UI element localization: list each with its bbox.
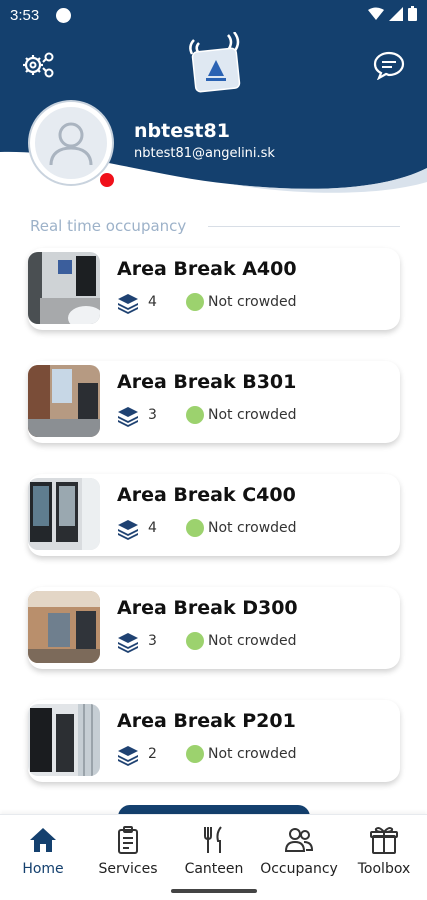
area-card[interactable]: Area Break A400 4 Not crowded (28, 248, 400, 330)
status-time: 3:53 (10, 7, 40, 24)
nav-canteen[interactable]: Canteen (172, 825, 256, 885)
nav-label: Services (98, 861, 158, 877)
app-logo (184, 31, 246, 94)
nav-label: Occupancy (260, 861, 338, 877)
section-title: Real time occupancy (30, 217, 187, 235)
nav-occupancy[interactable]: Occupancy (257, 825, 341, 885)
nav-label: Toolbox (357, 861, 411, 877)
status-icons (368, 6, 417, 21)
signal-icon (389, 6, 403, 21)
occupancy-status: Not crowded (208, 407, 297, 423)
floor-count: 3 (148, 407, 157, 423)
wifi-icon (368, 7, 384, 20)
avatar[interactable] (30, 102, 112, 184)
area-photo (28, 591, 100, 663)
layers-icon (118, 520, 138, 540)
status-bar: 3:53 (0, 0, 427, 30)
chat-bubble-icon (373, 51, 405, 81)
nav-home[interactable]: Home (1, 825, 85, 885)
battery-icon (408, 6, 417, 21)
area-photo (28, 252, 100, 324)
status-dot-icon (186, 632, 204, 650)
occupancy-status: Not crowded (208, 294, 297, 310)
nav-toolbox[interactable]: Toolbox (342, 825, 426, 885)
status-dot-icon (186, 406, 204, 424)
floor-count: 2 (148, 746, 157, 762)
status-dot-icon (186, 519, 204, 537)
notification-icon (56, 8, 71, 23)
status-dot-icon (186, 745, 204, 763)
area-name: Area Break B301 (117, 371, 297, 393)
occupancy-status: Not crowded (208, 746, 297, 762)
user-email: nbtest81@angelini.sk (134, 146, 275, 161)
area-name: Area Break D300 (117, 597, 298, 619)
layers-icon (118, 294, 138, 314)
bottom-navigation: Home Services Canteen Occupancy Toolbox (0, 814, 427, 900)
area-card[interactable]: Area Break P201 2 Not crowded (28, 700, 400, 782)
people-icon (284, 828, 314, 852)
nav-label: Canteen (184, 861, 244, 877)
header: 3:53 nbtest81 nbtest81@angelini.sk (0, 0, 427, 200)
nav-label: Home (22, 861, 64, 877)
area-photo (28, 365, 100, 437)
section-divider (208, 226, 400, 227)
presence-indicator (98, 171, 116, 189)
floor-count: 3 (148, 633, 157, 649)
floor-count: 4 (148, 520, 157, 536)
gear-network-icon (23, 52, 54, 78)
area-name: Area Break A400 (117, 258, 297, 280)
user-icon (49, 122, 93, 166)
nav-services[interactable]: Services (86, 825, 170, 885)
layers-icon (118, 407, 138, 427)
gift-box-icon (370, 827, 398, 854)
angelini-card-logo (189, 31, 241, 93)
occupancy-status: Not crowded (208, 633, 297, 649)
layers-icon (118, 746, 138, 766)
chat-button[interactable] (373, 50, 405, 81)
area-card[interactable]: Area Break D300 3 Not crowded (28, 587, 400, 669)
settings-button[interactable] (22, 50, 56, 80)
area-card[interactable]: Area Break C400 4 Not crowded (28, 474, 400, 556)
home-icon (30, 828, 56, 852)
area-photo (28, 704, 100, 776)
layers-icon (118, 633, 138, 653)
area-name: Area Break C400 (117, 484, 296, 506)
home-indicator[interactable] (171, 889, 257, 893)
area-photo (28, 478, 100, 550)
fork-knife-icon (204, 826, 222, 853)
clipboard-icon (118, 826, 138, 854)
user-name: nbtest81 (134, 120, 230, 142)
status-dot-icon (186, 293, 204, 311)
occupancy-status: Not crowded (208, 520, 297, 536)
area-card[interactable]: Area Break B301 3 Not crowded (28, 361, 400, 443)
area-name: Area Break P201 (117, 710, 296, 732)
floor-count: 4 (148, 294, 157, 310)
